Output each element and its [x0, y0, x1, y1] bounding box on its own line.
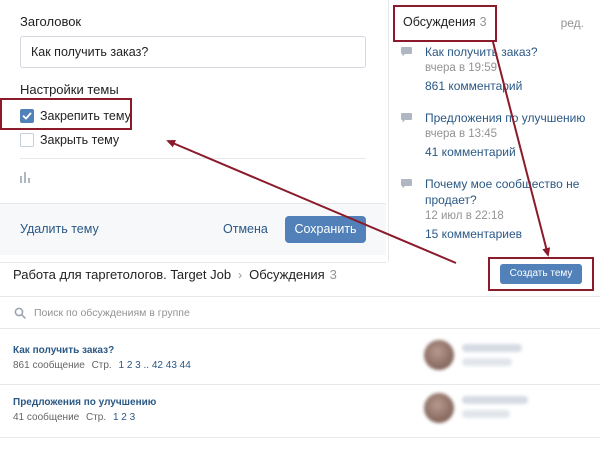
comment-bubble-icon: [401, 113, 412, 123]
breadcrumb-count: 3: [329, 267, 337, 282]
discussion-comments[interactable]: 861 комментарий: [425, 77, 591, 95]
discussion-date: вчера в 13:45: [425, 128, 498, 140]
breadcrumb: Работа для таргетологов. Target Job › Об…: [13, 267, 337, 282]
discussion-title[interactable]: Почему мое сообщество не продает?: [425, 176, 585, 208]
discussion-item[interactable]: Предложения по улучшению вчера в 13:45 4…: [401, 110, 591, 161]
form-footer: Удалить тему Отмена Сохранить: [0, 203, 386, 255]
discussion-item[interactable]: Почему мое сообщество не продает? 12 июл…: [401, 176, 591, 243]
topic-posts: 861 сообщение: [13, 360, 85, 371]
avatar[interactable]: [424, 340, 454, 370]
row-divider: [0, 437, 600, 438]
divider: [20, 158, 366, 159]
row-divider: [0, 384, 600, 385]
edit-link[interactable]: ред.: [561, 16, 584, 30]
comment-bubble-icon: [401, 47, 412, 57]
discussions-highlight-box: [393, 5, 497, 42]
delete-topic-link[interactable]: Удалить тему: [20, 222, 99, 236]
save-button[interactable]: Сохранить: [285, 216, 366, 243]
discussion-comments[interactable]: 15 комментариев: [425, 225, 591, 243]
search-icon: [14, 307, 26, 319]
chevron-right-icon: ›: [238, 267, 243, 282]
discussion-date: 12 июл в 22:18: [425, 210, 504, 222]
discussion-item[interactable]: Как получить заказ? вчера в 19:59 861 ко…: [401, 44, 591, 95]
discussion-comments[interactable]: 41 комментарий: [425, 143, 591, 161]
search-input[interactable]: [34, 305, 434, 321]
close-topic-checkbox[interactable]: Закрыть тему: [20, 131, 119, 149]
comment-bubble-icon: [401, 179, 412, 189]
topic-pages[interactable]: 1 2 3 .. 42 43 44: [119, 360, 191, 371]
close-topic-label: Закрыть тему: [40, 133, 120, 147]
title-label: Заголовок: [20, 14, 82, 29]
pages-label: Стр.: [86, 412, 107, 423]
title-input[interactable]: Как получить заказ?: [20, 36, 366, 68]
topic-pages[interactable]: 1 2 3: [113, 412, 135, 423]
pages-label: Стр.: [91, 360, 112, 371]
breadcrumb-group[interactable]: Работа для таргетологов. Target Job: [13, 267, 231, 282]
breadcrumb-section: Обсуждения: [249, 267, 325, 282]
discussion-title[interactable]: Предложения по улучшению: [425, 110, 591, 126]
statistics-icon[interactable]: [19, 170, 33, 184]
checkbox-empty-icon: [20, 133, 34, 147]
discussion-title[interactable]: Как получить заказ?: [425, 44, 591, 60]
discussion-date: вчера в 19:59: [425, 62, 498, 74]
author-name-blurred: [462, 344, 522, 352]
settings-label: Настройки темы: [20, 82, 119, 97]
post-date-blurred: [462, 410, 510, 418]
topic-edit-panel: Заголовок Как получить заказ? Настройки …: [0, 0, 386, 263]
post-date-blurred: [462, 358, 512, 366]
pin-highlight-box: [0, 98, 132, 130]
author-name-blurred: [462, 396, 528, 404]
search-bar: [0, 296, 600, 329]
topic-posts: 41 сообщение: [13, 412, 80, 423]
create-topic-highlight-box: [488, 257, 594, 291]
avatar[interactable]: [424, 393, 454, 423]
cancel-link[interactable]: Отмена: [223, 222, 268, 236]
